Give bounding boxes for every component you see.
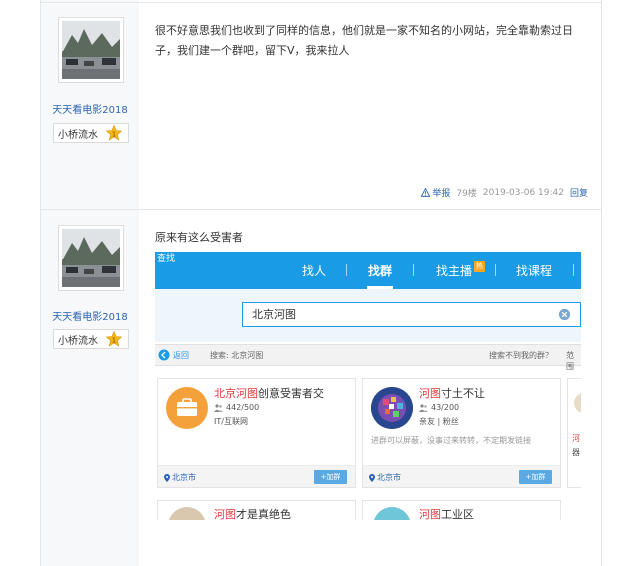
post-content: 很不好意思我们也收到了同样的信息，他们就是一家不知名的小网站，完全靠勒索过日子，…: [155, 24, 573, 57]
group-title: 河图才是真绝色: [214, 506, 291, 520]
group-title: 北京河图创意受害者交: [214, 385, 324, 401]
avatar[interactable]: [58, 225, 124, 291]
join-group-button: +加群: [519, 470, 552, 484]
mosaic-avatar-icon: [371, 387, 413, 429]
post-timestamp: 2019-03-06 19:42: [482, 187, 564, 198]
group-location: 北京市: [369, 472, 401, 483]
embedded-nav-bar: 查找 找人 找群 找主播 热 找课程: [155, 252, 581, 289]
group-title-highlight: 河图: [419, 508, 441, 520]
embedded-back-button: 返回: [158, 349, 189, 361]
group-card: 北京河图创意受害者交 442/500 IT/互联网 北京市 +加群: [157, 378, 356, 488]
level-name: 小桥流水: [58, 129, 98, 141]
nav-separator: [346, 264, 347, 276]
group-card-footer: 北京市 +加群: [363, 465, 560, 487]
post-meta: 举报 79楼 2019-03-06 19:42 回复: [421, 186, 588, 199]
group-title-highlight: 北京河图: [214, 387, 258, 400]
level-badge[interactable]: 小桥流水 1: [53, 123, 129, 143]
level-star-icon: 1: [106, 125, 122, 141]
group-description: 进群可以屏蔽，没事过来转转，不定期发链接: [371, 436, 531, 445]
group-card: 河图寸土不让 43/200 亲友 | 粉丝 进群可以屏蔽，没事过来转转，不定期发…: [362, 378, 561, 488]
group-tags: 亲友 | 粉丝: [419, 417, 459, 426]
location-pin-icon: [369, 473, 375, 482]
group-avatar: [371, 387, 413, 429]
briefcase-icon: [177, 398, 197, 416]
reply-link[interactable]: 回复: [570, 186, 588, 199]
members-icon: [214, 403, 223, 412]
back-label: 返回: [173, 350, 189, 360]
level-name: 小桥流水: [58, 335, 98, 347]
location-text: 北京市: [172, 473, 196, 482]
embedded-nav-item-active: 找群: [368, 264, 393, 278]
member-count: 442/500: [226, 403, 260, 412]
group-avatar: [166, 387, 208, 429]
group-avatar: [373, 507, 411, 520]
group-title-rest: 工业区: [441, 508, 474, 520]
nav-separator: [495, 264, 496, 276]
group-tags: IT/互联网: [214, 417, 248, 426]
group-title-highlight: 河图: [214, 508, 236, 520]
clear-icon: [558, 308, 571, 321]
embedded-corner-text: 查找: [157, 254, 176, 264]
warning-icon: [421, 188, 431, 197]
report-label: 举报: [432, 189, 451, 199]
embedded-range-label: 范围: [566, 351, 574, 371]
group-card-partial: 河图才是真绝色: [157, 500, 356, 520]
group-tag-fragment: 器: [572, 448, 580, 457]
group-title-rest: 创意受害者交: [258, 387, 324, 400]
embedded-nav-item: 找主播: [436, 264, 473, 278]
group-title: 河图寸土不让: [419, 385, 485, 401]
embedded-nav-item: 找人: [302, 264, 327, 278]
avatar-photo: [62, 21, 120, 79]
group-card-footer: 北京市 +加群: [158, 465, 355, 487]
floor-number: 79楼: [456, 189, 477, 199]
location-text: 北京市: [377, 473, 401, 482]
group-avatar: [168, 507, 206, 520]
level-badge[interactable]: 小桥流水 1: [53, 329, 129, 349]
embedded-filter-bar: 返回 搜索: 北京河图 搜索不到我的群？ 范围: [155, 344, 581, 371]
group-card-partial: 河图工业区: [362, 500, 561, 520]
post-content: 原来有这么受害者: [155, 231, 243, 244]
group-title-rest: 才是真绝色: [236, 508, 291, 520]
embedded-search-label: 搜索: 北京河图: [210, 351, 264, 360]
level-number: 1: [112, 131, 116, 139]
post-divider: [40, 209, 602, 210]
username[interactable]: 天天看电影2018: [41, 308, 139, 323]
members-icon: [419, 403, 428, 412]
group-title-highlight: 河图: [419, 387, 441, 400]
avatar-photo: [62, 229, 120, 287]
embedded-search-box: 北京河图: [242, 302, 581, 327]
group-members: 43/200: [419, 403, 459, 412]
level-star-icon: 1: [106, 331, 122, 347]
embedded-nav-item: 找课程: [516, 264, 553, 278]
level-number: 1: [112, 337, 116, 345]
avatar[interactable]: [58, 17, 124, 83]
group-title: 河图工业区: [419, 506, 474, 520]
back-arrow-icon: [158, 349, 170, 361]
report-link[interactable]: 举报: [421, 186, 450, 199]
group-members: 442/500: [214, 403, 259, 412]
nav-separator: [573, 264, 574, 276]
group-card-partial: 河 器: [567, 378, 581, 488]
group-avatar: [574, 393, 581, 413]
username[interactable]: 天天看电影2018: [41, 101, 139, 116]
embedded-search-hint: 搜索不到我的群？: [489, 351, 553, 360]
embedded-search-value: 北京河图: [252, 308, 296, 321]
embedded-screenshot: 查找 找人 找群 找主播 热 找课程 北京河图 返回 搜索: 北京河图 搜索不到…: [155, 252, 581, 520]
member-count: 43/200: [431, 403, 460, 412]
group-title-fragment: 河: [572, 434, 580, 443]
nav-separator: [413, 264, 414, 276]
group-title-rest: 寸土不让: [441, 387, 485, 400]
location-pin-icon: [164, 473, 170, 482]
post-divider: [40, 2, 602, 3]
hot-badge: 热: [474, 261, 485, 272]
group-location: 北京市: [164, 472, 196, 483]
join-group-button: +加群: [314, 470, 347, 484]
